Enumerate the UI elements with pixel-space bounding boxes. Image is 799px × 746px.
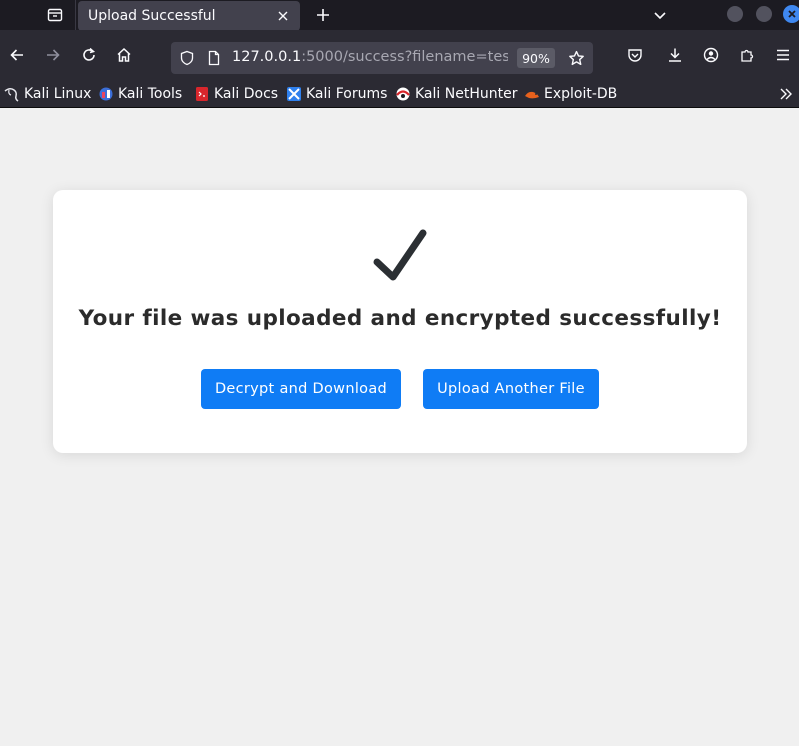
bookmark-kali-linux[interactable]: Kali Linux: [4, 84, 91, 104]
success-message: Your file was uploaded and encrypted suc…: [78, 306, 722, 331]
minimize-button[interactable]: [727, 6, 743, 22]
bookmark-label: Kali NetHunter: [415, 86, 518, 102]
downloads-button[interactable]: [661, 41, 689, 69]
close-icon: [278, 11, 288, 21]
new-tab-button[interactable]: [312, 4, 334, 26]
bookmark-label: Kali Tools: [118, 86, 183, 102]
pocket-icon: [628, 49, 642, 62]
kali-forums-icon: [286, 86, 302, 102]
shield-icon[interactable]: [178, 49, 196, 67]
url-bar[interactable]: 127.0.0.1:5000/success?filename=test_d 9…: [171, 42, 593, 74]
kali-tools-icon: [98, 86, 114, 102]
account-button[interactable]: [697, 41, 725, 69]
close-icon: [788, 10, 796, 18]
tab-close-button[interactable]: [272, 5, 294, 27]
exploit-db-icon: [524, 86, 540, 102]
tab-title: Upload Successful: [88, 8, 216, 24]
url-text[interactable]: 127.0.0.1:5000/success?filename=test_d: [232, 49, 508, 65]
plus-icon: [317, 9, 329, 21]
firefox-view-icon: [47, 7, 63, 23]
page-icon[interactable]: [205, 49, 223, 67]
bookmark-label: Kali Forums: [306, 86, 388, 102]
home-button[interactable]: [110, 41, 138, 69]
extensions-button[interactable]: [733, 41, 761, 69]
back-button[interactable]: [3, 41, 31, 69]
menu-button[interactable]: [769, 41, 797, 69]
window-close-button[interactable]: [783, 5, 799, 23]
account-icon: [703, 47, 719, 63]
maximize-button[interactable]: [756, 6, 772, 22]
tab-strip: Upload Successful: [0, 0, 799, 31]
upload-another-button[interactable]: Upload Another File: [423, 369, 599, 409]
kali-dragon-icon: [4, 86, 20, 102]
arrow-right-icon: [47, 49, 60, 61]
download-icon: [669, 48, 681, 62]
bookmark-kali-tools[interactable]: Kali Tools: [98, 84, 182, 104]
bookmark-kali-forums[interactable]: Kali Forums: [286, 84, 387, 104]
bookmarks-toolbar: Kali Linux Kali Tools Kali Docs Kali For…: [0, 80, 799, 108]
decrypt-download-button[interactable]: Decrypt and Download: [201, 369, 401, 409]
bookmark-star-icon[interactable]: [567, 49, 585, 67]
home-icon: [117, 47, 131, 62]
list-all-tabs-button[interactable]: [649, 4, 671, 26]
reload-icon: [83, 47, 96, 61]
url-path: :5000/success?filename=test_d: [301, 49, 508, 65]
checkmark-icon: [371, 229, 429, 287]
tab-separator: [75, 0, 76, 30]
reload-button[interactable]: [75, 41, 103, 69]
bookmark-label: Exploit-DB: [544, 86, 618, 102]
pocket-button[interactable]: [621, 41, 649, 69]
bookmark-label: Kali Docs: [214, 86, 279, 102]
arrow-left-icon: [10, 49, 23, 61]
chevron-double-right-icon: [780, 88, 792, 100]
forward-button[interactable]: [39, 41, 67, 69]
bookmark-kali-nethunter[interactable]: Kali NetHunter: [395, 84, 517, 104]
bookmarks-overflow-button[interactable]: [776, 84, 796, 104]
bookmark-exploit-db[interactable]: Exploit-DB: [524, 84, 617, 104]
tab-active[interactable]: Upload Successful: [78, 1, 300, 31]
bookmark-label: Kali Linux: [24, 86, 92, 102]
puzzle-icon: [741, 49, 754, 62]
firefox-view-button[interactable]: [36, 0, 74, 30]
chevron-down-icon: [654, 12, 666, 20]
url-host: 127.0.0.1: [232, 49, 302, 65]
kali-docs-icon: [194, 86, 210, 102]
zoom-indicator[interactable]: 90%: [517, 48, 555, 68]
kali-nethunter-icon: [395, 86, 411, 102]
bookmark-kali-docs[interactable]: Kali Docs: [194, 84, 278, 104]
hamburger-menu-icon: [777, 49, 789, 61]
